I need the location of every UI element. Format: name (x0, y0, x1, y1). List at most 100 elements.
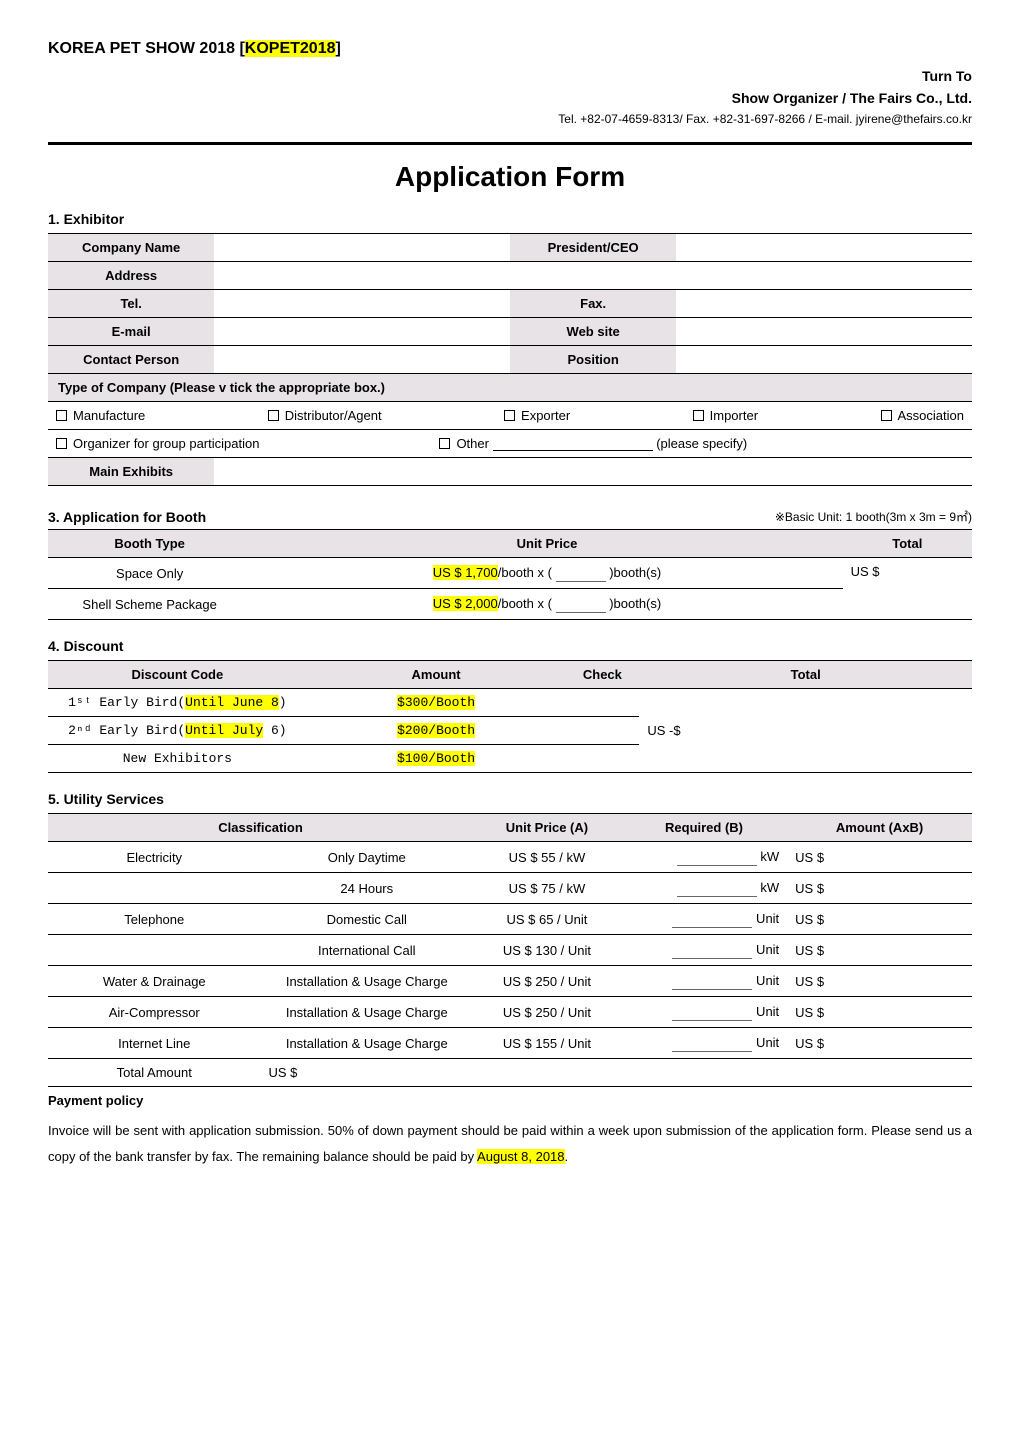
cb-distributor[interactable]: Distributor/Agent (268, 408, 382, 423)
discount-new-check[interactable] (565, 745, 639, 773)
utility-qty-input[interactable] (672, 941, 752, 959)
eb2-b: 6) (263, 723, 286, 738)
discount-total-cell[interactable]: US -$ (639, 689, 972, 773)
utility-price: US $ 155 / Unit (473, 1028, 621, 1059)
cb-organizer-group[interactable]: Organizer for group participation (56, 436, 259, 451)
table-row: ElectricityOnly DaytimeUS $ 55 / kW kWUS… (48, 842, 972, 873)
utility-required[interactable]: Unit (621, 935, 787, 966)
type-row-2: Organizer for group participation Other … (48, 430, 972, 458)
utility-cat: Telephone (48, 904, 261, 935)
input-position[interactable] (676, 346, 972, 374)
label-website: Web site (510, 318, 676, 346)
utility-amount[interactable]: US $ (787, 997, 972, 1028)
input-contact-person[interactable] (214, 346, 510, 374)
th-amount: Amount (307, 661, 566, 689)
checkbox-icon (504, 410, 515, 421)
shell-qty[interactable] (556, 595, 606, 613)
eb1-hl: Until June 8 (185, 695, 279, 710)
utility-required[interactable]: Unit (621, 904, 787, 935)
utility-qty-input[interactable] (672, 972, 752, 990)
th-amount-axb: Amount (AxB) (787, 814, 972, 842)
input-address[interactable] (214, 262, 972, 290)
discount-table: Discount Code Amount Check Total 1ˢᵗ Ear… (48, 660, 972, 773)
checkbox-icon (693, 410, 704, 421)
input-tel[interactable] (214, 290, 510, 318)
cb-importer-label: Importer (710, 408, 758, 423)
cb-association[interactable]: Association (881, 408, 964, 423)
table-row: International CallUS $ 130 / Unit UnitUS… (48, 935, 972, 966)
utility-required[interactable]: kW (621, 842, 787, 873)
utility-total-amount[interactable]: US $ (261, 1059, 972, 1087)
utility-qty-input[interactable] (672, 910, 752, 928)
show-title-highlight: KOPET2018 (245, 40, 336, 57)
utility-qty-input[interactable] (677, 879, 757, 897)
payment-b: . (565, 1149, 569, 1164)
checkbox-icon (56, 438, 67, 449)
cb-other[interactable]: Other (please specify) (439, 436, 747, 451)
table-row: 24 HoursUS $ 75 / kW kWUS $ (48, 873, 972, 904)
utility-amount[interactable]: US $ (787, 904, 972, 935)
cb-manufacture[interactable]: Manufacture (56, 408, 145, 423)
utility-required[interactable]: kW (621, 873, 787, 904)
cb-other-label: Other (456, 436, 489, 451)
utility-cat: Air-Compressor (48, 997, 261, 1028)
table-row: Internet LineInstallation & Usage Charge… (48, 1028, 972, 1059)
utility-price: US $ 250 / Unit (473, 997, 621, 1028)
utility-price: US $ 65 / Unit (473, 904, 621, 935)
utility-qty-input[interactable] (672, 1034, 752, 1052)
price-suffix-a: /booth x ( (498, 596, 552, 611)
price-suffix-b: )booth(s) (609, 596, 661, 611)
booth-shell-price: US $ 2,000/booth x ( )booth(s) (251, 589, 842, 620)
utility-sub: Only Daytime (261, 842, 474, 873)
other-blank[interactable] (493, 437, 653, 451)
input-website[interactable] (676, 318, 972, 346)
label-main-exhibits: Main Exhibits (48, 458, 214, 486)
table-row: Water & DrainageInstallation & Usage Cha… (48, 966, 972, 997)
utility-amount[interactable]: US $ (787, 842, 972, 873)
booth-unit-note: ※Basic Unit: 1 booth(3m x 3m = 9㎡) (775, 508, 972, 525)
input-company-name[interactable] (214, 234, 510, 262)
utility-amount[interactable]: US $ (787, 966, 972, 997)
utility-amount[interactable]: US $ (787, 935, 972, 966)
booth-space-only-label: Space Only (48, 558, 251, 589)
utility-required[interactable]: Unit (621, 997, 787, 1028)
utility-cat: Water & Drainage (48, 966, 261, 997)
payment-body: Invoice will be sent with application su… (48, 1118, 972, 1170)
space-only-qty[interactable] (556, 564, 606, 582)
utility-required[interactable]: Unit (621, 1028, 787, 1059)
payment-heading: Payment policy (48, 1093, 972, 1108)
input-fax[interactable] (676, 290, 972, 318)
cb-exporter[interactable]: Exporter (504, 408, 570, 423)
eb2-hl: Until July (185, 723, 263, 738)
utility-cat: Electricity (48, 842, 261, 873)
input-email[interactable] (214, 318, 510, 346)
utility-amount[interactable]: US $ (787, 1028, 972, 1059)
utility-qty-input[interactable] (672, 1003, 752, 1021)
utility-qty-input[interactable] (677, 848, 757, 866)
label-company-name: Company Name (48, 234, 214, 262)
input-main-exhibits[interactable] (214, 458, 972, 486)
price-hl: US $ 1,700 (433, 565, 498, 580)
checkbox-icon (56, 410, 67, 421)
input-president[interactable] (676, 234, 972, 262)
cb-importer[interactable]: Importer (693, 408, 758, 423)
show-title-prefix: KOREA PET SHOW 2018 [ (48, 40, 245, 57)
please-specify: (please specify) (656, 436, 747, 451)
utility-amount[interactable]: US $ (787, 873, 972, 904)
discount-eb2-check[interactable] (565, 717, 639, 745)
th-unit-price: Unit Price (251, 530, 842, 558)
cb-organizer-group-label: Organizer for group participation (73, 436, 259, 451)
label-tel: Tel. (48, 290, 214, 318)
th-required: Required (B) (621, 814, 787, 842)
discount-eb1-check[interactable] (565, 689, 639, 717)
payment-hl: August 8, 2018 (477, 1149, 564, 1164)
label-president: President/CEO (510, 234, 676, 262)
cb-manufacture-label: Manufacture (73, 408, 145, 423)
price-hl: US $ 2,000 (433, 596, 498, 611)
label-email: E-mail (48, 318, 214, 346)
booth-total-cell[interactable]: US $ (843, 558, 972, 620)
th-unit-price-a: Unit Price (A) (473, 814, 621, 842)
organizer-line: Show Organizer / The Fairs Co., Ltd. (48, 90, 972, 106)
utility-required[interactable]: Unit (621, 966, 787, 997)
table-row: Air-CompressorInstallation & Usage Charg… (48, 997, 972, 1028)
